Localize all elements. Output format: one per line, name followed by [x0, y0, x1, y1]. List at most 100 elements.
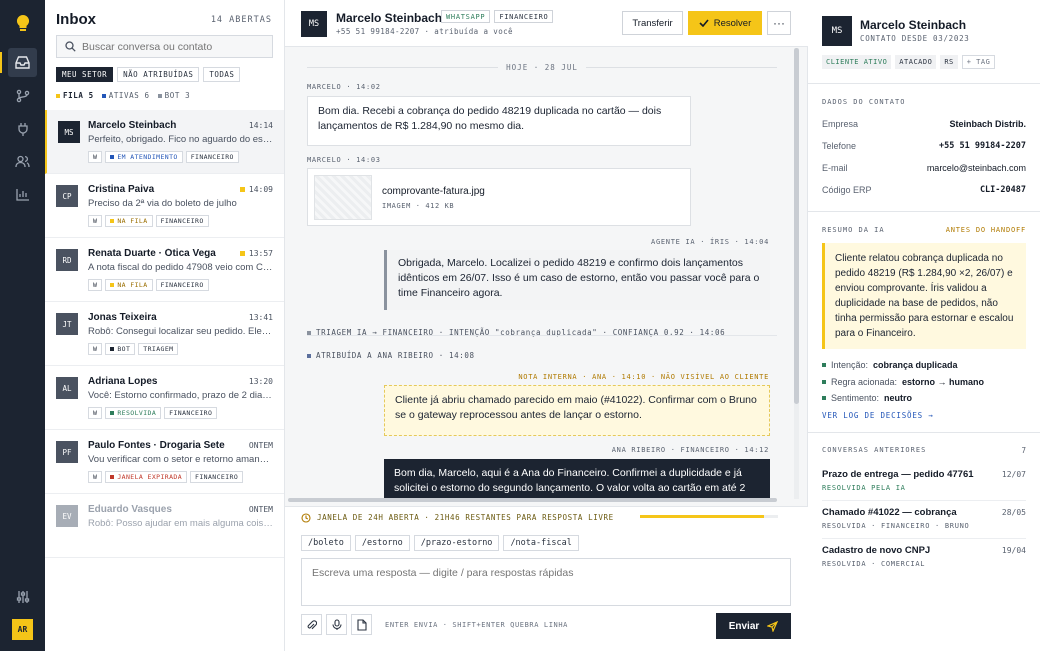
section-title: DADOS DO CONTATO — [822, 98, 906, 106]
rail-bar-chart-icon[interactable] — [8, 180, 37, 209]
check-icon — [699, 19, 709, 27]
message-meta: ANA RIBEIRO · FINANCEIRO · 14:12 — [611, 446, 769, 454]
sector-tag: FINANCEIRO — [164, 407, 218, 419]
previous-status: RESOLVIDA · FINANCEIRO · BRUNO — [822, 522, 970, 530]
search-box[interactable] — [56, 35, 273, 58]
previous-count: 7 — [1021, 446, 1026, 455]
divider — [808, 432, 1040, 433]
divider — [808, 83, 1040, 84]
template-button[interactable] — [351, 614, 372, 635]
ai-agent-message: Obrigada, Marcelo. Localizei o pedido 48… — [384, 250, 770, 310]
nav-rail: AR — [0, 0, 45, 651]
fact-sentiment: Sentimento: neutro — [822, 390, 984, 407]
user-avatar[interactable]: AR — [12, 619, 33, 640]
sector-tag: FINANCEIRO — [190, 471, 244, 483]
field-company: Empresa Steinbach Distrib. — [822, 119, 1026, 129]
status-tag: RESOLVIDA — [105, 407, 162, 419]
timestamp: ONTEM — [248, 441, 273, 450]
tag-chip[interactable]: RS — [940, 55, 958, 69]
previous-conversation-item[interactable]: Chamado #41022 — cobrança 28/05 RESOLVID… — [822, 507, 1026, 530]
rail-branch-icon[interactable] — [8, 81, 37, 110]
rail-inbox-icon[interactable] — [0, 48, 37, 77]
status-tag: BOT — [105, 343, 136, 355]
previous-title: Cadastro de novo CNPJ — [822, 545, 931, 556]
reply-window-progress — [640, 515, 778, 518]
conversation-item[interactable]: JT Jonas Teixeira 13:41 Robô: Consegui l… — [45, 302, 284, 366]
search-input[interactable] — [82, 40, 262, 53]
previous-status: RESOLVIDA · COMERCIAL — [822, 560, 926, 568]
avatar: AL — [56, 377, 78, 399]
previous-conversation-item[interactable]: Prazo de entrega — pedido 47761 12/07 RE… — [822, 469, 1026, 492]
audio-button[interactable] — [326, 614, 347, 635]
contact-since: CONTATO DESDE 03/2023 — [860, 34, 970, 43]
conversation-item[interactable]: AL Adriana Lopes 13:20 Você: Estorno con… — [45, 366, 284, 430]
chat-header: MS Marcelo Steinbach WHATSAPP FINANCEIRO… — [285, 0, 808, 47]
send-button[interactable]: Enviar — [716, 613, 791, 639]
clock-icon — [301, 512, 311, 523]
message-preview: Você: Estorno confirmado, prazo de 2 dia… — [88, 390, 273, 401]
conversation-item[interactable]: EV Eduardo Vasques ONTEM Robô: Posso aju… — [45, 494, 284, 558]
avatar: RD — [56, 249, 78, 271]
transfer-button[interactable]: Transferir — [622, 11, 683, 35]
quick-reply-chip[interactable]: /boleto — [301, 535, 351, 551]
file-attachment[interactable]: comprovante-fatura.jpg IMAGEM · 412 KB — [307, 168, 691, 226]
horizontal-scrollbar[interactable] — [285, 497, 794, 503]
decision-log-link[interactable]: VER LOG DE DECISÕES → — [822, 411, 934, 420]
unread-indicator — [239, 251, 245, 256]
queue-stats: FILA 5 ATIVAS 6 BOT 3 — [56, 91, 190, 100]
field-erp-code: Código ERP CLI-20487 — [822, 185, 1026, 195]
quick-reply-chip[interactable]: /nota-fiscal — [503, 535, 579, 551]
unread-indicator — [239, 187, 245, 192]
sector-tag: FINANCEIRO — [155, 215, 209, 227]
composer: /boleto /estorno /prazo-estorno /nota-fi… — [285, 528, 808, 651]
sector-tag: TRIAGEM — [138, 343, 179, 355]
quick-reply-chip[interactable]: /estorno — [354, 535, 410, 551]
resolve-button[interactable]: Resolver — [688, 11, 762, 35]
quick-reply-chip[interactable]: /prazo-estorno — [413, 535, 500, 551]
previous-title: Chamado #41022 — cobrança — [822, 507, 957, 518]
sector-tag: FINANCEIRO — [155, 279, 209, 291]
tag-chip[interactable]: ATACADO — [895, 55, 937, 69]
vertical-scrollbar[interactable] — [794, 48, 799, 499]
contact-name: Jonas Teixeira — [88, 312, 157, 323]
document-icon — [356, 618, 367, 631]
internal-note-meta: NOTA INTERNA · ANA · 14:10 · NÃO VISÍVEL… — [518, 373, 769, 381]
message-preview: A nota fiscal do pedido 47908 veio com C… — [88, 262, 273, 273]
quick-replies: /boleto /estorno /prazo-estorno /nota-fi… — [301, 535, 579, 551]
attach-button[interactable] — [301, 614, 322, 635]
rail-plug-icon[interactable] — [8, 114, 37, 143]
filter-all[interactable]: TODAS — [203, 67, 241, 82]
timestamp: 13:20 — [248, 377, 273, 386]
day-separator: HOJE · 28 JUL — [307, 63, 777, 72]
timestamp: 14:14 — [248, 121, 273, 130]
add-tag-button[interactable]: + TAG — [961, 55, 996, 69]
conversation-item[interactable]: PF Paulo Fontes · Drogaria Sete ONTEM Vo… — [45, 430, 284, 494]
previous-conversation-item[interactable]: Cadastro de novo CNPJ 19/04 RESOLVIDA · … — [822, 545, 1026, 568]
conversation-item[interactable]: MS Marcelo Steinbach 14:14 Perfeito, obr… — [45, 110, 284, 174]
reply-input[interactable] — [301, 558, 791, 606]
contact-avatar: MS — [822, 16, 852, 46]
tag-chip[interactable]: CLIENTE ATIVO — [822, 55, 892, 69]
conversation-item[interactable]: CP Cristina Paiva 14:09 Preciso da 2ª vi… — [45, 174, 284, 238]
search-icon — [65, 41, 76, 52]
timestamp: ONTEM — [248, 505, 273, 514]
channel-tag: W — [88, 343, 103, 355]
more-options-button[interactable]: ··· — [767, 11, 791, 35]
fact-intent: Intenção: cobrança duplicada — [822, 357, 984, 374]
filter-unassigned[interactable]: NÃO ATRIBUÍDAS — [117, 67, 200, 82]
message-preview: Robô: Posso ajudar em mais alguma coisa? — [88, 518, 273, 529]
message-preview: Perfeito, obrigado. Fico no aguardo do e… — [88, 134, 273, 145]
contact-tags: CLIENTE ATIVO ATACADO RS + TAG — [822, 55, 996, 69]
channel-tag: W — [88, 407, 103, 419]
summary-badge: ANTES DO HANDOFF — [945, 226, 1026, 234]
stat-queue: FILA 5 — [56, 91, 94, 100]
contact-name: Marcelo Steinbach — [336, 11, 443, 25]
rail-sliders-icon[interactable] — [8, 582, 37, 611]
message-thread[interactable]: HOJE · 28 JUL MARCELO · 14:02 Bom dia. R… — [285, 48, 808, 502]
contact-name: Renata Duarte · Ótica Vega — [88, 248, 216, 259]
contact-name: Marcelo Steinbach — [860, 18, 967, 32]
conversation-item[interactable]: RD Renata Duarte · Ótica Vega 13:57 A no… — [45, 238, 284, 302]
ai-summary: Cliente relatou cobrança duplicada no pe… — [822, 243, 1026, 349]
rail-users-icon[interactable] — [8, 147, 37, 176]
filter-my-sector[interactable]: MEU SETOR — [56, 67, 114, 82]
